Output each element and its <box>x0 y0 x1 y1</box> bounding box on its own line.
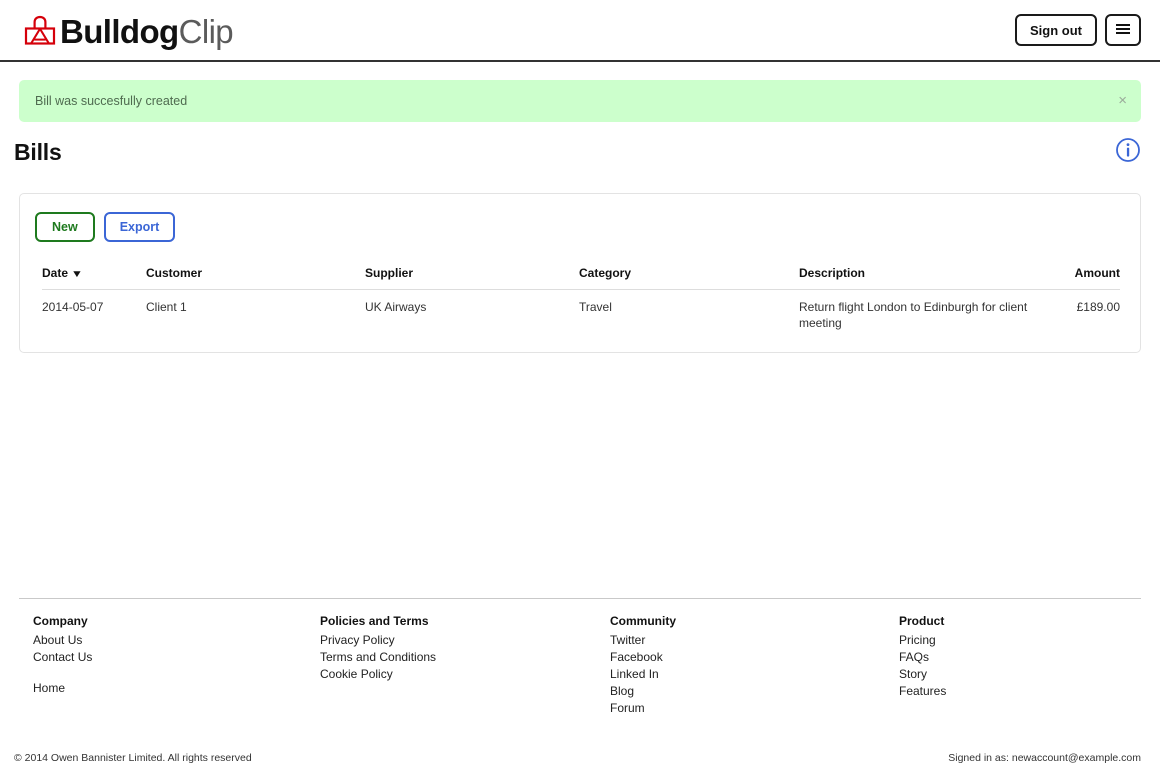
footer-link-about-us[interactable]: About Us <box>33 632 92 649</box>
cell-description: Return flight London to Edinburgh for cl… <box>799 300 1028 330</box>
column-header-description[interactable]: Description <box>799 266 1049 290</box>
site-footer: Company About Us Contact Us Home Policie… <box>0 614 1160 724</box>
signed-in-text: Signed in as: newaccount@example.com <box>948 752 1141 764</box>
bills-table: Date ▼ Customer Supplier Category Descrip… <box>42 266 1120 332</box>
footer-link-forum[interactable]: Forum <box>610 700 676 717</box>
brand-name-light: Clip <box>178 12 234 50</box>
column-header-category[interactable]: Category <box>579 266 799 290</box>
table-header-row: Date ▼ Customer Supplier Category Descrip… <box>42 266 1120 290</box>
footer-link-contact-us[interactable]: Contact Us <box>33 649 92 666</box>
footer-link-terms-and-conditions[interactable]: Terms and Conditions <box>320 649 436 666</box>
footer-heading-product: Product <box>899 614 945 628</box>
column-header-amount[interactable]: Amount <box>1049 266 1120 290</box>
copyright-bar: © 2014 Owen Bannister Limited. All right… <box>0 752 1160 773</box>
page-title-row: Bills <box>0 133 1160 173</box>
footer-link-linked-in[interactable]: Linked In <box>610 666 676 683</box>
footer-heading-company: Company <box>33 614 88 628</box>
footer-link-story[interactable]: Story <box>899 666 946 683</box>
cell-customer: Client 1 <box>146 300 187 314</box>
footer-spacer <box>33 666 92 680</box>
alert-close-icon[interactable]: × <box>1118 93 1127 108</box>
app-header: BulldogClip Sign out <box>0 0 1160 62</box>
footer-link-blog[interactable]: Blog <box>610 683 676 700</box>
hamburger-menu-icon <box>1116 24 1130 36</box>
bills-toolbar: New Export <box>35 212 176 242</box>
footer-link-twitter[interactable]: Twitter <box>610 632 676 649</box>
column-label-date: Date <box>42 266 69 280</box>
app-page: BulldogClip Sign out Bill was succesfull… <box>0 0 1160 773</box>
brand-name-bold: Bulldog <box>60 12 179 50</box>
menu-button[interactable] <box>1105 14 1141 46</box>
footer-link-pricing[interactable]: Pricing <box>899 632 946 649</box>
page-title: Bills <box>14 139 62 165</box>
footer-columns: Company About Us Contact Us Home Policie… <box>19 614 1141 724</box>
footer-link-faqs[interactable]: FAQs <box>899 649 946 666</box>
footer-divider <box>19 598 1141 599</box>
footer-link-cookie-policy[interactable]: Cookie Policy <box>320 666 436 683</box>
column-header-supplier[interactable]: Supplier <box>365 266 579 290</box>
footer-link-facebook[interactable]: Facebook <box>610 649 676 666</box>
cell-amount: £189.00 <box>1076 300 1120 314</box>
cell-category: Travel <box>579 300 612 314</box>
footer-link-home[interactable]: Home <box>33 680 92 697</box>
alert-message: Bill was succesfully created <box>35 94 188 108</box>
footer-heading-community: Community <box>610 614 676 628</box>
success-alert: Bill was succesfully created × <box>19 80 1141 122</box>
table-row[interactable]: 2014-05-07 Client 1 UK Airways Travel Re… <box>42 290 1120 332</box>
brand-logo[interactable]: BulldogClip <box>22 8 234 54</box>
new-bill-button[interactable]: New <box>35 212 95 242</box>
bills-table-body: 2014-05-07 Client 1 UK Airways Travel Re… <box>42 290 1120 332</box>
footer-heading-policies: Policies and Terms <box>320 614 429 628</box>
bills-panel: New Export Date ▼ Customer Supplier Categ… <box>19 193 1141 353</box>
bills-table-head: Date ▼ Customer Supplier Category Descrip… <box>42 266 1120 290</box>
cell-supplier: UK Airways <box>365 300 427 314</box>
footer-column-policies: Policies and Terms Privacy Policy Terms … <box>320 614 436 683</box>
export-button[interactable]: Export <box>103 212 176 242</box>
footer-column-product: Product Pricing FAQs Story Features <box>899 614 946 700</box>
header-actions: Sign out <box>1015 14 1141 46</box>
footer-link-privacy-policy[interactable]: Privacy Policy <box>320 632 436 649</box>
sort-descending-icon: ▼ <box>70 269 84 280</box>
footer-column-company: Company About Us Contact Us Home <box>33 614 92 697</box>
binder-clip-icon <box>24 15 56 45</box>
sign-out-button[interactable]: Sign out <box>1015 14 1097 46</box>
footer-column-community: Community Twitter Facebook Linked In Blo… <box>610 614 676 717</box>
column-header-date[interactable]: Date ▼ <box>42 266 146 290</box>
copyright-text: © 2014 Owen Bannister Limited. All right… <box>14 752 252 764</box>
cell-date: 2014-05-07 <box>42 300 104 314</box>
column-header-customer[interactable]: Customer <box>146 266 365 290</box>
info-circle-icon[interactable] <box>1115 137 1141 163</box>
footer-link-features[interactable]: Features <box>899 683 946 700</box>
